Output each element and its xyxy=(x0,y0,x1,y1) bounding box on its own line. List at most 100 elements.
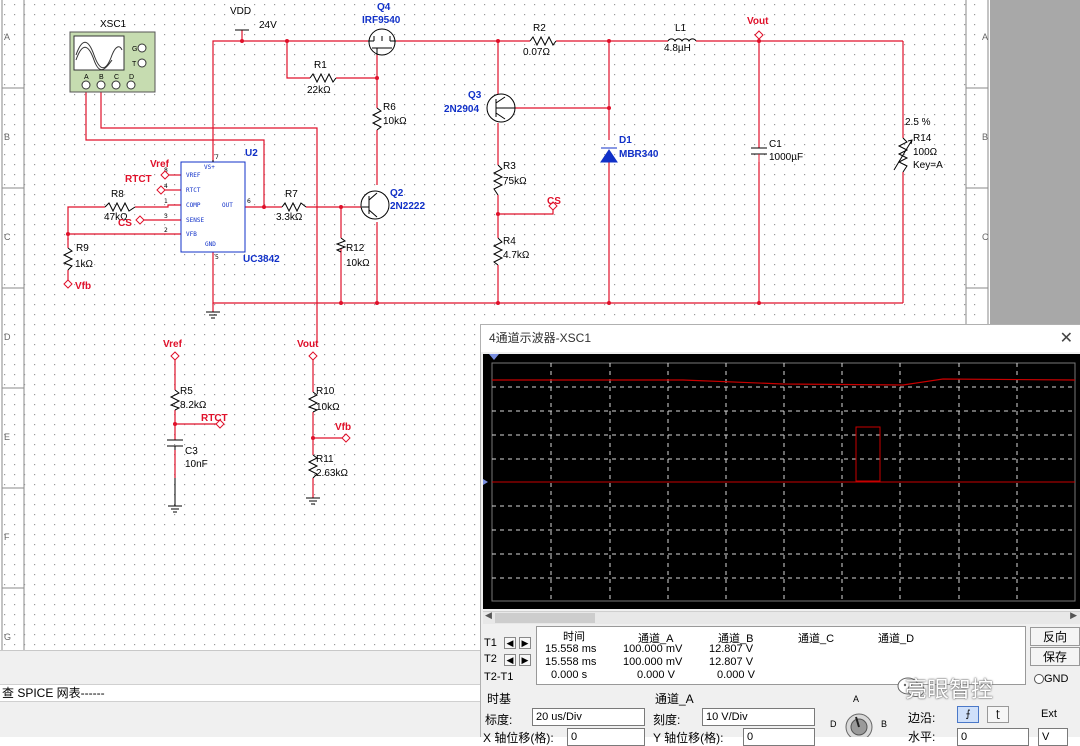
c1-ref: C1 xyxy=(769,139,782,150)
r10-ref: R10 xyxy=(316,386,335,397)
t1-right-arrow-icon[interactable]: ▶ xyxy=(519,637,531,649)
border-letter-g: G xyxy=(4,632,11,642)
channel-offset-label: Y 轴位移(格): xyxy=(653,731,724,745)
t1-channel-a: 100.000 mV xyxy=(623,643,683,655)
xsc1-ch-d: D xyxy=(129,74,134,81)
t1-channel-b: 12.807 V xyxy=(709,643,754,655)
trigger-ext-label[interactable]: Ext xyxy=(1041,708,1057,720)
vout-label-top: Vout xyxy=(747,16,769,27)
channel-scale-field[interactable]: 10 V/Div xyxy=(702,708,815,726)
oscilloscope-hscrollbar[interactable]: ◀ ▶ xyxy=(483,611,1080,624)
r1-ref: R1 xyxy=(314,60,327,71)
oscilloscope-title: 4通道示波器-XSC1 xyxy=(489,331,592,345)
xsc1-ch-c: C xyxy=(114,74,119,81)
timebase-scale-label: 标度: xyxy=(485,713,513,727)
header-time: 时间 xyxy=(563,631,585,643)
vdd-value: 24V xyxy=(259,20,277,31)
u2-pin-sense: SENSE xyxy=(186,217,204,224)
border-letter-a: A xyxy=(4,32,10,42)
scroll-thumb[interactable] xyxy=(495,613,595,623)
diff-channel-a: 0.000 V xyxy=(637,669,675,681)
border-letter-f: F xyxy=(4,532,10,542)
border-letter-b: B xyxy=(4,132,10,142)
r12-ref: R12 xyxy=(346,243,365,254)
r9-value: 1kΩ xyxy=(75,259,94,270)
u2-pinnum-7: 7 xyxy=(215,154,219,161)
oscilloscope-titlebar[interactable]: 4通道示波器-XSC1 ✕ xyxy=(481,325,1080,352)
u2-pin-rtct: RTCT xyxy=(186,187,201,194)
r14-pct: 2.5 % xyxy=(905,117,931,128)
xsc1-ch-b: B xyxy=(99,74,104,81)
xsc1-t-label: T xyxy=(132,61,137,68)
cursor-t2-label: T2 xyxy=(484,653,497,665)
xsc1-oscilloscope-icon[interactable] xyxy=(69,31,156,93)
border-letter-b-right: B xyxy=(982,132,988,142)
u2-pin-vs: VS+ xyxy=(204,164,215,171)
timebase-scale-field[interactable]: 20 us/Div xyxy=(532,708,645,726)
l1-ref: L1 xyxy=(675,23,687,34)
falling-edge-icon[interactable]: ʈ xyxy=(987,706,1009,723)
cursor-t1-label: T1 xyxy=(484,637,497,649)
t2-time: 15.558 ms xyxy=(545,656,597,668)
knob-label-d: D xyxy=(830,719,837,729)
q2-transistor xyxy=(360,190,390,220)
watermark-text: 亮眼智控 xyxy=(905,678,994,703)
c3-value: 10nF xyxy=(185,459,208,470)
r1-value: 22kΩ xyxy=(307,85,331,96)
scroll-right-icon[interactable]: ▶ xyxy=(1070,611,1077,621)
u2-pinnum-5: 5 xyxy=(215,254,219,261)
t1-left-arrow-icon[interactable]: ◀ xyxy=(504,637,516,649)
u2-ref: U2 xyxy=(245,148,258,159)
sheet-outside-area xyxy=(990,0,1080,324)
close-icon[interactable]: ✕ xyxy=(1060,328,1073,348)
t2-right-arrow-icon[interactable]: ▶ xyxy=(519,654,531,666)
q4-part: IRF9540 xyxy=(362,15,401,26)
xsc1-g-label: G xyxy=(132,46,137,53)
border-letter-a-right: A xyxy=(982,32,988,42)
trigger-level-unit[interactable]: V xyxy=(1038,728,1068,746)
channel-offset-field[interactable]: 0 xyxy=(743,728,815,746)
border-letter-c-right: C xyxy=(982,232,989,242)
gnd-terminal-icon xyxy=(1034,674,1044,684)
r14-ref: R14 xyxy=(913,133,932,144)
c1-value: 1000µF xyxy=(769,152,803,163)
q2-ref: Q2 xyxy=(390,188,404,199)
r7-ref: R7 xyxy=(285,189,298,200)
timebase-offset-field[interactable]: 0 xyxy=(567,728,645,746)
xsc1-ch-a: A xyxy=(84,74,89,81)
vref-label-bottom: Vref xyxy=(163,339,183,350)
u2-pin-comp: COMP xyxy=(186,202,201,209)
reverse-button[interactable]: 反向 xyxy=(1030,627,1080,646)
l1-value: 4.8µH xyxy=(664,43,691,54)
trigger-level-field[interactable]: 0 xyxy=(957,728,1029,746)
spice-netlist-line: 查 SPICE 网表------ xyxy=(0,684,480,702)
u2-pin-vfb: VFB xyxy=(186,231,197,238)
q3-ref: Q3 xyxy=(468,90,482,101)
header-channel-d: 通道_D xyxy=(878,633,915,645)
cursor-diff-label: T2-T1 xyxy=(484,671,514,683)
r6-value: 10kΩ xyxy=(383,116,407,127)
rtct-label-u2: RTCT xyxy=(125,174,152,185)
r11-ref: R11 xyxy=(316,454,334,465)
u2-pinnum-6: 6 xyxy=(247,198,251,205)
cs-label-left: CS xyxy=(118,218,132,229)
u2-pin-out: OUT xyxy=(222,202,233,209)
border-letter-e: E xyxy=(4,432,10,442)
q2-part: 2N2222 xyxy=(390,201,425,212)
r14-value: 100Ω xyxy=(913,147,938,158)
r4-value: 4.7kΩ xyxy=(503,250,530,261)
vfb-label-bottom: Vfb xyxy=(335,422,351,433)
trigger-level-label: 水平: xyxy=(908,730,936,744)
d1-part: MBR340 xyxy=(619,149,659,160)
rising-edge-icon[interactable]: ⨍ xyxy=(957,706,979,723)
u2-pinnum-1: 1 xyxy=(164,198,168,205)
t2-left-arrow-icon[interactable]: ◀ xyxy=(504,654,516,666)
save-button[interactable]: 保存 xyxy=(1030,647,1080,666)
r2-value: 0.07Ω xyxy=(523,47,550,58)
r4-ref: R4 xyxy=(503,236,516,247)
knob-label-b: B xyxy=(881,719,888,729)
timebase-section-label: 时基 xyxy=(487,692,512,706)
cs-label-right: CS xyxy=(547,196,561,207)
d1-ref: D1 xyxy=(619,135,632,146)
scroll-left-icon[interactable]: ◀ xyxy=(485,611,492,621)
